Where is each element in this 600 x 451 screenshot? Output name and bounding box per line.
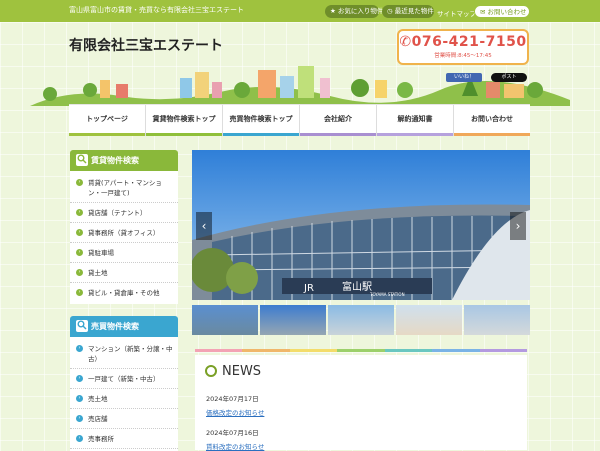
nav-sale-search-label: 売買物件検索トップ bbox=[229, 115, 293, 123]
search-icon bbox=[76, 153, 88, 166]
favorites-button[interactable]: ★ お気に入り物件 bbox=[325, 5, 383, 18]
star-icon: ★ bbox=[330, 7, 338, 15]
x-post-button[interactable]: ポスト bbox=[491, 73, 527, 82]
header-contact-label: お問い合わせ bbox=[487, 8, 527, 16]
arrow-icon: › bbox=[76, 375, 83, 382]
sidebar-item-rent-store[interactable]: › 貸店舗（テナント） bbox=[70, 203, 178, 223]
thumbnail-5[interactable] bbox=[464, 305, 530, 335]
news-date: 2024年07月16日 bbox=[206, 429, 259, 437]
arrow-icon: › bbox=[76, 345, 83, 352]
arrow-icon: › bbox=[76, 289, 83, 296]
nav-cancellation[interactable]: 解約通知書 bbox=[377, 105, 454, 136]
nav-contact-label: お問い合わせ bbox=[471, 115, 513, 123]
news-date: 2024年07月17日 bbox=[206, 395, 259, 403]
sidebar-item-rent-office[interactable]: › 貸事務所（貸オフィス） bbox=[70, 223, 178, 243]
news-section: NEWS 2024年07月17日 価格改定のお知らせ 2024年07月16日 賃… bbox=[195, 355, 527, 451]
sidebar-item-sale-land[interactable]: › 売土地 bbox=[70, 389, 178, 409]
news-item: 2024年07月17日 価格改定のお知らせ bbox=[206, 393, 264, 417]
nav-underline bbox=[300, 133, 376, 136]
nav-company-label: 会社紹介 bbox=[324, 115, 352, 123]
rent-search-title: 賃貸物件検索 bbox=[91, 156, 139, 165]
nav-underline bbox=[223, 133, 299, 136]
circle-icon bbox=[205, 364, 217, 377]
favorites-label: お気に入り物件 bbox=[337, 7, 384, 15]
sidebar-item-sale-store[interactable]: › 売店舗 bbox=[70, 409, 178, 429]
facebook-like-button[interactable]: いいね！ bbox=[446, 73, 482, 82]
phone-box[interactable]: ✆076-421-7150 営業時間:8:45～17:45 bbox=[397, 29, 529, 65]
sidebar-item-sale-house[interactable]: › 一戸建て（新築・中古） bbox=[70, 369, 178, 389]
nav-underline bbox=[146, 133, 222, 136]
phone-icon: ✆ bbox=[399, 34, 412, 50]
sidebar-item-rent-residential[interactable]: › 賃貸(アパート・マンション・一戸建て) bbox=[70, 173, 178, 203]
business-hours: 営業時間:8:45～17:45 bbox=[434, 53, 492, 59]
arrow-icon: › bbox=[76, 179, 83, 186]
arrow-icon: › bbox=[76, 269, 83, 276]
nav-rent-search-label: 賃貸物件検索トップ bbox=[152, 115, 216, 123]
thumbnail-3[interactable] bbox=[328, 305, 394, 335]
main-navigation: トップページ 賃貸物件検索トップ 売買物件検索トップ 会社紹介 解約通知書 お問… bbox=[69, 104, 530, 136]
nav-sale-search[interactable]: 売買物件検索トップ bbox=[223, 105, 300, 136]
nav-top-page[interactable]: トップページ bbox=[69, 105, 146, 136]
news-heading: NEWS bbox=[205, 364, 261, 379]
sitemap-link[interactable]: サイトマップ bbox=[437, 8, 476, 18]
sidebar-item-sale-office[interactable]: › 売事務所 bbox=[70, 429, 178, 449]
slide-prev-button[interactable]: ‹ bbox=[196, 212, 212, 240]
town-illustration bbox=[30, 66, 570, 106]
station-sign-text: 富山駅 bbox=[342, 280, 372, 293]
sidebar-item-rent-land[interactable]: › 貸土地 bbox=[70, 263, 178, 283]
rainbow-divider bbox=[195, 349, 527, 352]
nav-cancellation-label: 解約通知書 bbox=[397, 115, 433, 123]
rent-search-heading: 賃貸物件検索 bbox=[70, 150, 178, 171]
news-item: 2024年07月16日 賃料改定のお知らせ bbox=[206, 427, 264, 451]
company-name[interactable]: 有限会社三宝エステート bbox=[69, 35, 223, 55]
mail-icon: ✉ bbox=[480, 8, 488, 16]
nav-underline bbox=[454, 133, 530, 136]
recently-viewed-label: 最近見た物件 bbox=[394, 7, 434, 15]
nav-underline bbox=[69, 133, 145, 136]
search-icon bbox=[76, 319, 88, 332]
arrow-icon: › bbox=[76, 395, 83, 402]
thumbnail-4[interactable] bbox=[396, 305, 462, 335]
sale-search-heading: 売買物件検索 bbox=[70, 316, 178, 337]
arrow-icon: › bbox=[76, 415, 83, 422]
sale-search-list: › マンション（新築・分譲・中古） › 一戸建て（新築・中古） › 売土地 › 売店舗 … bbox=[70, 337, 178, 451]
thumbnail-2[interactable] bbox=[260, 305, 326, 335]
sidebar: 賃貸物件検索 › 賃貸(アパート・マンション・一戸建て) › 貸店舗（テナント） ›… bbox=[70, 150, 178, 451]
clock-icon: ◷ bbox=[387, 7, 395, 15]
sale-search-title: 売買物件検索 bbox=[91, 322, 139, 331]
rent-search-list: › 賃貸(アパート・マンション・一戸建て) › 貸店舗（テナント） › 貸事務所（貸オ… bbox=[70, 171, 178, 304]
nav-underline bbox=[377, 133, 453, 136]
arrow-icon: › bbox=[76, 249, 83, 256]
site-tagline: 富山県富山市の賃貸・売買なら有限会社三宝エステート bbox=[69, 6, 244, 14]
station-photo: JR 富山駅 TOYAMA STATION bbox=[192, 150, 530, 300]
nav-top-page-label: トップページ bbox=[86, 115, 128, 123]
sidebar-item-rent-parking[interactable]: › 貸駐車場 bbox=[70, 243, 178, 263]
thumbnail-1[interactable] bbox=[192, 305, 258, 335]
arrow-icon: › bbox=[76, 209, 83, 216]
recently-viewed-button[interactable]: ◷ 最近見た物件 bbox=[382, 5, 434, 18]
phone-number: ✆076-421-7150 bbox=[399, 34, 527, 50]
news-link[interactable]: 価格改定のお知らせ bbox=[206, 407, 264, 417]
slide-next-button[interactable]: › bbox=[510, 212, 526, 240]
jr-logo-text: JR bbox=[303, 283, 314, 294]
hero-slideshow: JR 富山駅 TOYAMA STATION ‹ › bbox=[192, 150, 530, 300]
nav-company[interactable]: 会社紹介 bbox=[300, 105, 377, 136]
sidebar-item-sale-condo[interactable]: › マンション（新築・分譲・中古） bbox=[70, 339, 178, 369]
station-sign-subtext: TOYAMA STATION bbox=[369, 292, 405, 297]
slide-thumbnails bbox=[192, 305, 530, 335]
arrow-icon: › bbox=[76, 229, 83, 236]
nav-rent-search[interactable]: 賃貸物件検索トップ bbox=[146, 105, 223, 136]
arrow-icon: › bbox=[76, 435, 83, 442]
header-contact-button[interactable]: ✉ お問い合わせ bbox=[474, 5, 530, 18]
nav-contact[interactable]: お問い合わせ bbox=[454, 105, 530, 136]
sidebar-item-rent-other[interactable]: › 貸ビル・貸倉庫・その他 bbox=[70, 283, 178, 302]
